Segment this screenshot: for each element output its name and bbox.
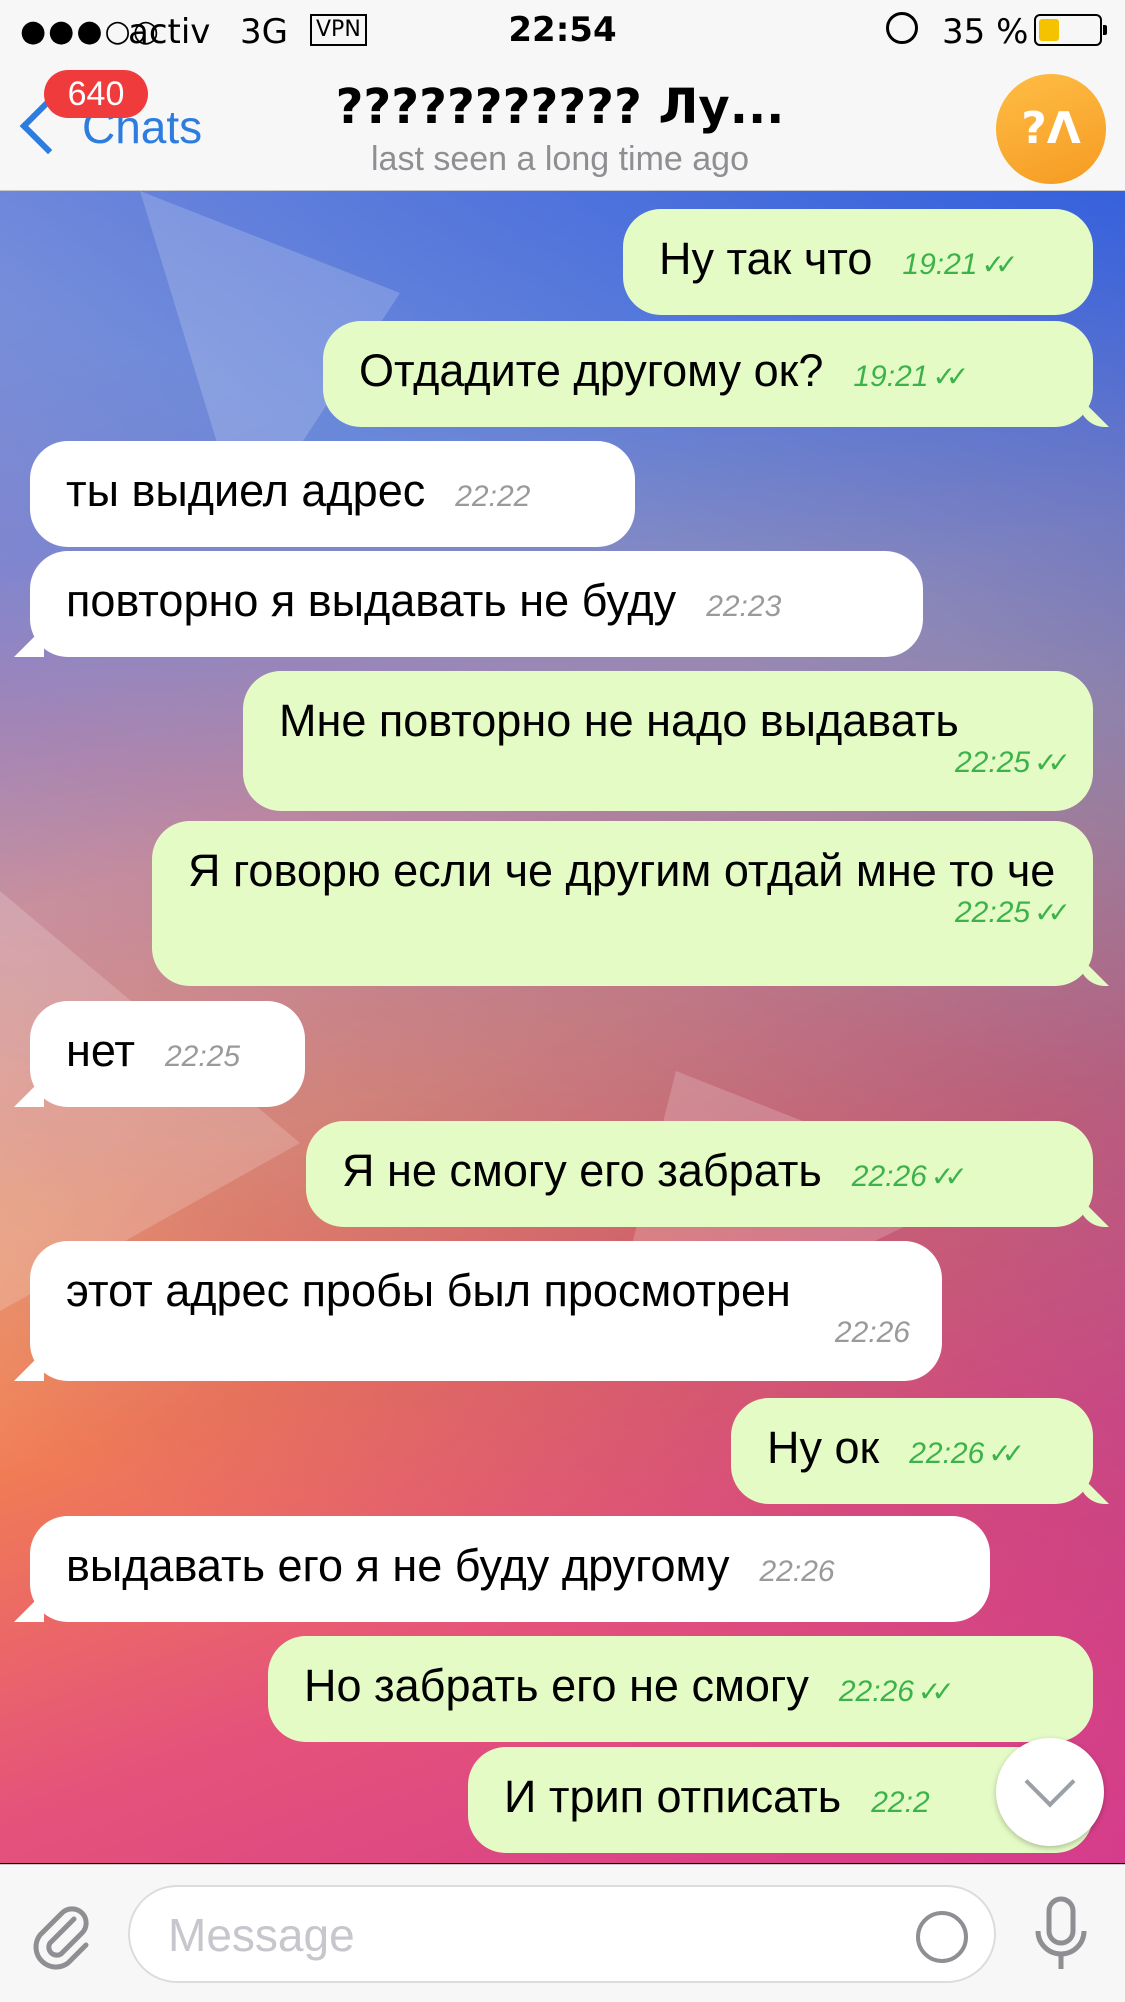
outgoing-message[interactable]: Ну так что 19:21 ✓✓ xyxy=(623,209,1093,315)
read-receipt-icon: ✓✓ xyxy=(917,1676,955,1707)
status-bar: ●●●○○ activ 3G VPN 22:54 35 % xyxy=(0,0,1125,62)
read-receipt-icon: ✓✓ xyxy=(1034,897,1071,928)
incoming-message[interactable]: нет 22:25 xyxy=(30,1001,305,1107)
message-text: повторно я выдавать не буду xyxy=(66,575,677,626)
incoming-message[interactable]: повторно я выдавать не буду 22:23 xyxy=(30,551,923,657)
message-time: 22:23 xyxy=(706,590,782,623)
message-time: 22:26 xyxy=(834,1316,910,1349)
sticker-icon[interactable] xyxy=(916,1911,968,1963)
microphone-icon[interactable] xyxy=(1030,1895,1092,1973)
message-text: Я говорю если че другим отдай мне то че xyxy=(188,845,1056,896)
message-text: Ну ок xyxy=(767,1422,880,1473)
message-input[interactable] xyxy=(166,1903,870,1967)
message-text: Я не смогу его забрать xyxy=(342,1145,822,1196)
chevron-down-icon xyxy=(1024,1756,1076,1808)
message-text: Отдадите другому ок? xyxy=(359,345,824,396)
message-time: 22:25 ✓✓ xyxy=(309,743,1071,783)
message-text: ты выдиел адрес xyxy=(66,465,426,516)
message-time: 22:25 xyxy=(165,1040,241,1073)
message-time: 22:26 xyxy=(759,1555,835,1588)
incoming-message[interactable]: этот адрес пробы был просмотрен 22:26 xyxy=(30,1241,942,1381)
message-time: 22:2 xyxy=(871,1786,930,1819)
read-receipt-icon: ✓✓ xyxy=(1034,747,1071,778)
read-receipt-icon: ✓✓ xyxy=(930,1161,968,1192)
read-receipt-icon: ✓✓ xyxy=(988,1438,1025,1469)
composer-bar xyxy=(0,1864,1125,2002)
message-time: 19:21 ✓✓ xyxy=(853,360,969,393)
message-text: И трип отписать xyxy=(504,1771,842,1822)
battery-icon xyxy=(1034,14,1107,46)
message-text: Мне повторно не надо выдавать xyxy=(279,695,959,746)
message-text: Ну так что xyxy=(659,233,873,284)
chat-title-area[interactable]: ??????????? Лу... last seen a long time … xyxy=(240,76,880,179)
message-text: выдавать его я не буду другому xyxy=(66,1540,730,1591)
message-field xyxy=(128,1885,996,1983)
message-list[interactable]: Ну так что 19:21 ✓✓ Отдадите другому ок? 19:… xyxy=(0,191,1125,1863)
message-time: 22:26 ✓✓ xyxy=(852,1160,968,1193)
outgoing-message[interactable]: Я не смогу его забрать 22:26 ✓✓ xyxy=(306,1121,1093,1227)
outgoing-message[interactable]: Мне повторно не надо выдавать 22:25 ✓✓ xyxy=(243,671,1093,811)
scroll-to-bottom-button[interactable] xyxy=(996,1738,1104,1846)
paperclip-icon[interactable] xyxy=(28,1901,98,1971)
orientation-lock-icon xyxy=(886,12,918,44)
message-time: 19:21 ✓✓ xyxy=(902,248,1018,281)
read-receipt-icon: ✓✓ xyxy=(932,361,969,392)
last-seen-status: last seen a long time ago xyxy=(370,140,750,178)
outgoing-message[interactable]: Отдадите другому ок? 19:21 ✓✓ xyxy=(323,321,1093,427)
unread-badge: 640 xyxy=(44,70,148,118)
incoming-message[interactable]: ты выдиел адрес 22:22 xyxy=(30,441,635,547)
message-text: этот адрес пробы был просмотрен xyxy=(66,1265,791,1316)
outgoing-message[interactable]: Я говорю если че другим отдай мне то че 2… xyxy=(152,821,1093,986)
message-time: 22:26 ✓✓ xyxy=(909,1437,1025,1470)
outgoing-message[interactable]: Но забрать его не смогу 22:26 ✓✓ xyxy=(268,1636,1093,1742)
contact-avatar[interactable]: ?Λ xyxy=(996,74,1106,184)
read-receipt-icon: ✓✓ xyxy=(981,249,1018,280)
battery-fill xyxy=(1039,19,1060,41)
message-text: Но забрать его не смогу xyxy=(304,1660,809,1711)
message-time: 22:26 ✓✓ xyxy=(839,1675,955,1708)
battery-percent: 35 % xyxy=(942,12,1029,52)
incoming-message[interactable]: выдавать его я не буду другому 22:26 xyxy=(30,1516,990,1622)
chat-header: Chats 640 ??????????? Лу... last seen a … xyxy=(0,62,1125,191)
outgoing-message[interactable]: Ну ок 22:26 ✓✓ xyxy=(731,1398,1093,1504)
chat-title: ??????????? Лу... xyxy=(335,79,785,135)
message-time: 22:22 xyxy=(455,480,531,513)
message-time: 22:25 ✓✓ xyxy=(218,893,1071,933)
message-text: нет xyxy=(66,1025,135,1076)
